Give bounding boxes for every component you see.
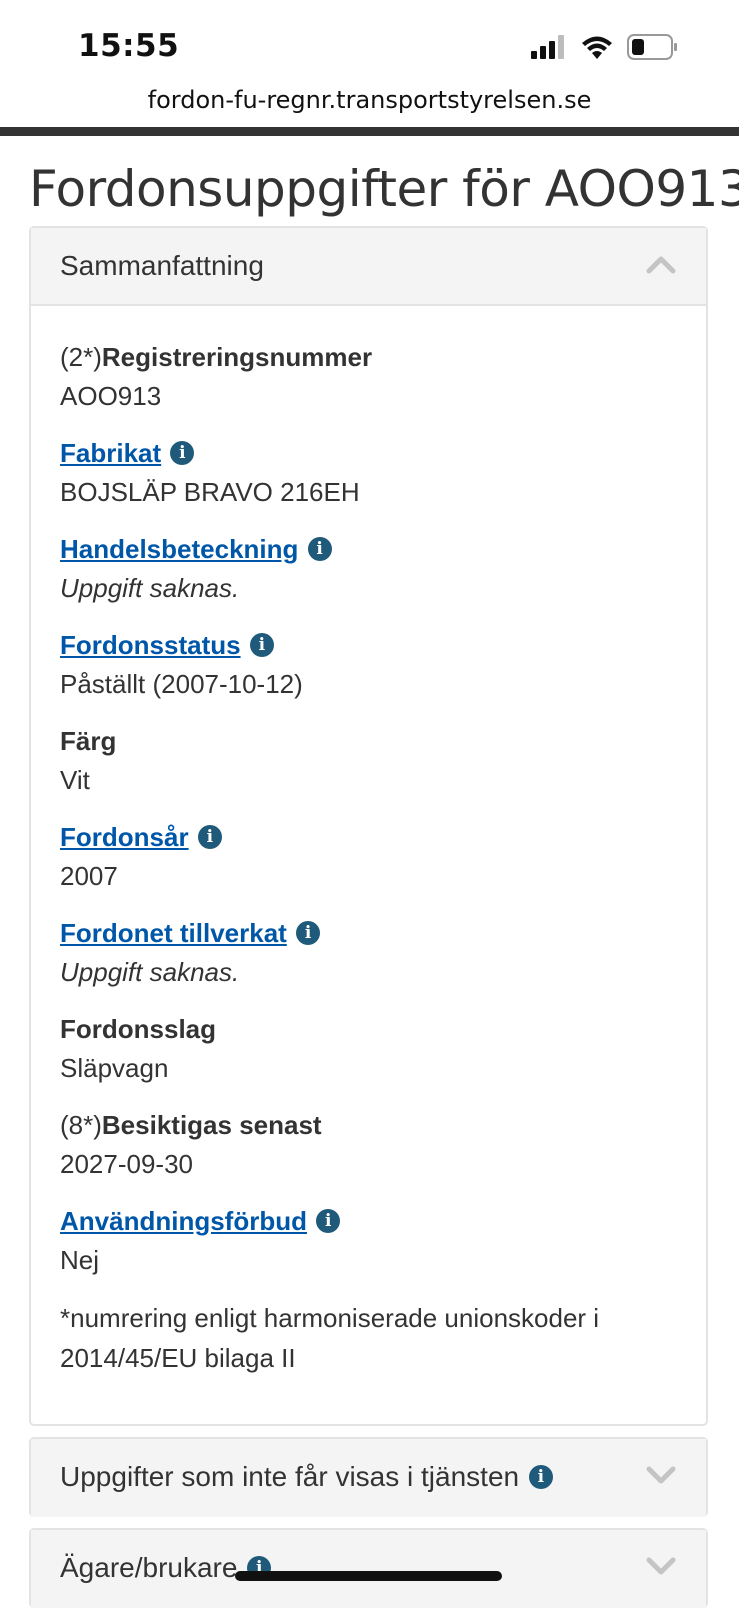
- field-value: Uppgift saknas.: [60, 957, 240, 987]
- page-title: Fordonsuppgifter för AOO913: [29, 160, 739, 218]
- field-label-link[interactable]: Användningsförbud: [60, 1206, 307, 1236]
- chevron-down-icon[interactable]: [646, 1556, 676, 1576]
- field-label: Färg: [60, 726, 117, 756]
- field-trade-name: Handelsbeteckning i Uppgift saknas.: [60, 530, 677, 608]
- info-icon[interactable]: i: [296, 921, 321, 946]
- site-top-bar: [0, 127, 739, 136]
- home-indicator[interactable]: [235, 1571, 502, 1581]
- status-bar: 15:55: [0, 0, 739, 80]
- info-icon[interactable]: i: [316, 1209, 341, 1234]
- field-make: Fabrikat i BOJSLÄP BRAVO 216EH: [60, 434, 677, 512]
- field-label: Fordonsslag: [60, 1014, 217, 1044]
- note-line-1: *numrering enligt harmoniserade unionsko…: [60, 1303, 600, 1333]
- field-vehicle-year: Fordonsår i 2007: [60, 818, 677, 896]
- info-icon[interactable]: i: [307, 537, 332, 562]
- field-label-link[interactable]: Handelsbeteckning: [60, 534, 298, 564]
- note-line-2: 2014/45/EU bilaga II: [60, 1343, 296, 1373]
- field-registration-number: (2*)Registreringsnummer AOO913: [60, 338, 677, 416]
- chevron-down-icon[interactable]: [646, 1465, 676, 1485]
- field-value: 2027-09-30: [60, 1149, 193, 1179]
- field-prefix: (2*): [60, 342, 102, 372]
- field-usage-ban: Användningsförbud i Nej: [60, 1202, 677, 1280]
- field-value: Vit: [60, 765, 90, 795]
- field-value: Påställt (2007-10-12): [60, 669, 303, 699]
- field-value: Uppgift saknas.: [60, 573, 240, 603]
- field-value: Släpvagn: [60, 1053, 169, 1083]
- field-label-link[interactable]: Fabrikat: [60, 438, 161, 468]
- field-label: Besiktigas senast: [101, 1110, 322, 1140]
- status-icons: [531, 34, 679, 60]
- summary-panel: Sammanfattning (2*)Registreringsnummer A…: [29, 226, 708, 1426]
- field-label: Registreringsnummer: [101, 342, 373, 372]
- field-color: Färg Vit: [60, 722, 677, 800]
- owner-panel: Ägare/brukare i: [29, 1528, 708, 1608]
- chevron-up-icon[interactable]: [646, 254, 676, 274]
- numbering-note: *numrering enligt harmoniserade unionsko…: [60, 1298, 677, 1378]
- info-icon[interactable]: i: [170, 441, 195, 466]
- field-value: AOO913: [60, 381, 162, 411]
- field-label-link[interactable]: Fordonsstatus: [60, 630, 241, 660]
- field-inspection-due: (8*)Besiktigas senast 2027-09-30: [60, 1106, 677, 1184]
- field-value: Nej: [60, 1245, 100, 1275]
- field-prefix: (8*): [60, 1110, 102, 1140]
- info-icon[interactable]: i: [528, 1464, 553, 1489]
- field-vehicle-type: Fordonsslag Släpvagn: [60, 1010, 677, 1088]
- hidden-info-panel: Uppgifter som inte får visas i tjänsten …: [29, 1437, 708, 1517]
- summary-panel-header[interactable]: Sammanfattning: [31, 228, 706, 306]
- info-icon[interactable]: i: [197, 825, 222, 850]
- field-manufactured: Fordonet tillverkat i Uppgift saknas.: [60, 914, 677, 992]
- field-vehicle-status: Fordonsstatus i Påställt (2007-10-12): [60, 626, 677, 704]
- hidden-info-panel-header[interactable]: Uppgifter som inte får visas i tjänsten …: [31, 1439, 706, 1517]
- info-icon[interactable]: i: [249, 633, 274, 658]
- summary-panel-title: Sammanfattning: [60, 250, 264, 281]
- cellular-signal-icon: [531, 35, 564, 59]
- status-time: 15:55: [78, 28, 180, 64]
- field-value: BOJSLÄP BRAVO 216EH: [60, 477, 360, 507]
- summary-panel-body: (2*)Registreringsnummer AOO913 Fabrikat …: [31, 306, 706, 1378]
- wifi-icon: [582, 36, 612, 59]
- field-label-link[interactable]: Fordonsår: [60, 822, 189, 852]
- field-value: 2007: [60, 861, 118, 891]
- owner-panel-title: Ägare/brukare: [60, 1552, 238, 1583]
- hidden-info-panel-title: Uppgifter som inte får visas i tjänsten: [60, 1461, 520, 1492]
- battery-icon: [627, 34, 677, 60]
- field-label-link[interactable]: Fordonet tillverkat: [60, 918, 287, 948]
- address-bar-url[interactable]: fordon-fu-regnr.transportstyrelsen.se: [0, 86, 739, 114]
- owner-panel-header[interactable]: Ägare/brukare i: [31, 1530, 706, 1608]
